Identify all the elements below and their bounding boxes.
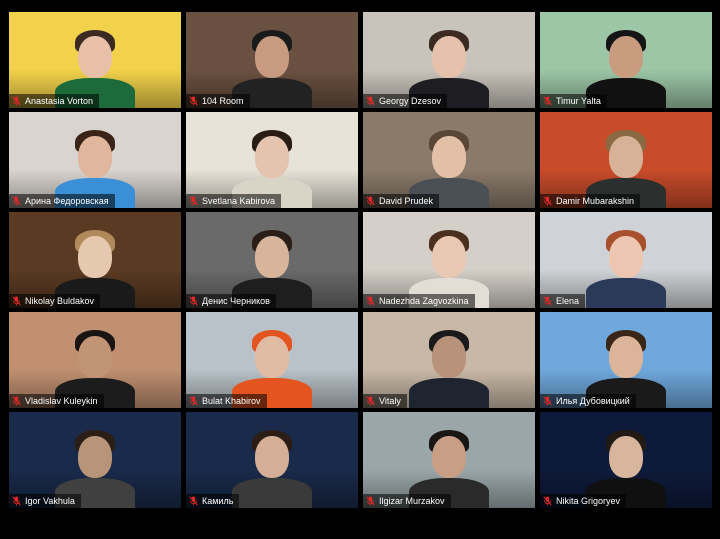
nameplate: Nikolay Buldakov bbox=[9, 294, 101, 308]
nameplate: 104 Room bbox=[186, 94, 250, 108]
mic-muted-icon bbox=[366, 96, 375, 106]
nameplate: Bulat Khabirov bbox=[186, 394, 267, 408]
mic-muted-icon bbox=[366, 296, 375, 306]
participant-name: Elena bbox=[556, 296, 580, 306]
mic-muted-icon bbox=[366, 196, 375, 206]
mic-muted-icon bbox=[189, 396, 198, 406]
nameplate: Илья Дубовицкий bbox=[540, 394, 636, 408]
mic-muted-icon bbox=[12, 96, 21, 106]
participant-tile[interactable]: Vladislav Kuleykin bbox=[9, 312, 181, 408]
nameplate: Georgy Dzesov bbox=[363, 94, 448, 108]
nameplate: Камиль bbox=[186, 494, 240, 508]
mic-muted-icon bbox=[189, 196, 198, 206]
nameplate: Ilgizar Murzakov bbox=[363, 494, 451, 508]
nameplate: Anastasia Vorton bbox=[9, 94, 100, 108]
participant-video bbox=[232, 426, 312, 508]
participant-name: Vladislav Kuleykin bbox=[25, 396, 98, 406]
participant-tile[interactable]: Elena bbox=[540, 212, 712, 308]
mic-muted-icon bbox=[12, 396, 21, 406]
participant-name: Georgy Dzesov bbox=[379, 96, 442, 106]
mic-muted-icon bbox=[366, 396, 375, 406]
mic-muted-icon bbox=[189, 496, 198, 506]
participant-name: Vitaly bbox=[379, 396, 401, 406]
mic-muted-icon bbox=[543, 296, 552, 306]
nameplate: Арина Федоровская bbox=[9, 194, 115, 208]
participant-name: Timur Yalta bbox=[556, 96, 601, 106]
participant-tile[interactable]: Nikolay Buldakov bbox=[9, 212, 181, 308]
participant-name: 104 Room bbox=[202, 96, 244, 106]
nameplate: Денис Черников bbox=[186, 294, 276, 308]
mic-muted-icon bbox=[12, 496, 21, 506]
nameplate: Vitaly bbox=[363, 394, 407, 408]
participant-name: Svetlana Kabirova bbox=[202, 196, 276, 206]
participant-name: Bulat Khabirov bbox=[202, 396, 261, 406]
participant-tile[interactable]: Nikita Grigoryev bbox=[540, 412, 712, 508]
participant-tile[interactable]: Nadezhda Zagvozkina bbox=[363, 212, 535, 308]
nameplate: Nadezhda Zagvozkina bbox=[363, 294, 475, 308]
participant-tile[interactable]: David Prudek bbox=[363, 112, 535, 208]
participant-name: Камиль bbox=[202, 496, 234, 506]
participant-tile[interactable]: Anastasia Vorton bbox=[9, 12, 181, 108]
gallery-grid: Anastasia Vorton 104 Room Georgy Dzesov Tim… bbox=[9, 12, 712, 512]
participant-tile[interactable]: Svetlana Kabirova bbox=[186, 112, 358, 208]
mic-muted-icon bbox=[366, 496, 375, 506]
mic-muted-icon bbox=[543, 396, 552, 406]
participant-video bbox=[586, 226, 666, 308]
participant-tile[interactable]: Ilgizar Murzakov bbox=[363, 412, 535, 508]
participant-video bbox=[409, 326, 489, 408]
nameplate: Timur Yalta bbox=[540, 94, 607, 108]
nameplate: Vladislav Kuleykin bbox=[9, 394, 104, 408]
participant-name: Nikolay Buldakov bbox=[25, 296, 95, 306]
mic-muted-icon bbox=[189, 296, 198, 306]
participant-tile[interactable]: Арина Федоровская bbox=[9, 112, 181, 208]
participant-name: Igor Vakhula bbox=[25, 496, 75, 506]
mic-muted-icon bbox=[543, 196, 552, 206]
participant-name: Арина Федоровская bbox=[25, 196, 109, 206]
participant-tile[interactable]: Vitaly bbox=[363, 312, 535, 408]
participant-name: Ilgizar Murzakov bbox=[379, 496, 445, 506]
mic-muted-icon bbox=[189, 96, 198, 106]
nameplate: Svetlana Kabirova bbox=[186, 194, 282, 208]
participant-tile[interactable]: Денис Черников bbox=[186, 212, 358, 308]
participant-name: Nikita Grigoryev bbox=[556, 496, 621, 506]
participant-tile[interactable]: Камиль bbox=[186, 412, 358, 508]
participant-name: David Prudek bbox=[379, 196, 434, 206]
nameplate: Igor Vakhula bbox=[9, 494, 81, 508]
participant-tile[interactable]: Илья Дубовицкий bbox=[540, 312, 712, 408]
mic-muted-icon bbox=[543, 496, 552, 506]
participant-name: Damir Mubarakshin bbox=[556, 196, 635, 206]
participant-name: Илья Дубовицкий bbox=[556, 396, 630, 406]
participant-name: Anastasia Vorton bbox=[25, 96, 94, 106]
nameplate: Elena bbox=[540, 294, 586, 308]
mic-muted-icon bbox=[12, 196, 21, 206]
participant-tile[interactable]: 104 Room bbox=[186, 12, 358, 108]
mic-muted-icon bbox=[12, 296, 21, 306]
participant-tile[interactable]: Damir Mubarakshin bbox=[540, 112, 712, 208]
nameplate: Damir Mubarakshin bbox=[540, 194, 641, 208]
participant-name: Nadezhda Zagvozkina bbox=[379, 296, 469, 306]
participant-name: Денис Черников bbox=[202, 296, 270, 306]
nameplate: Nikita Grigoryev bbox=[540, 494, 627, 508]
participant-tile[interactable]: Timur Yalta bbox=[540, 12, 712, 108]
nameplate: David Prudek bbox=[363, 194, 440, 208]
participant-tile[interactable]: Bulat Khabirov bbox=[186, 312, 358, 408]
mic-muted-icon bbox=[543, 96, 552, 106]
participant-tile[interactable]: Georgy Dzesov bbox=[363, 12, 535, 108]
participant-tile[interactable]: Igor Vakhula bbox=[9, 412, 181, 508]
